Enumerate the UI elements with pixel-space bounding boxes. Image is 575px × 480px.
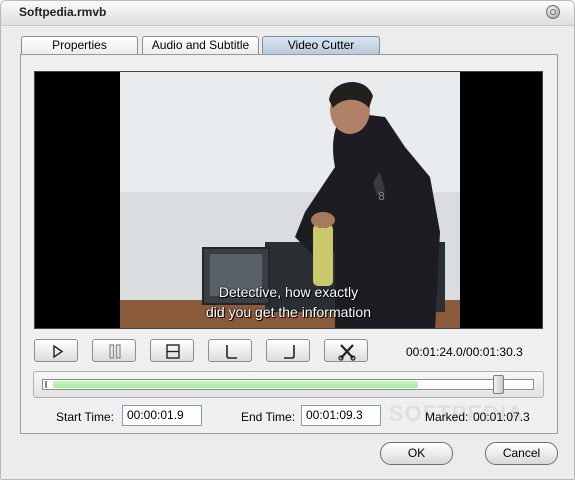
timeline-track[interactable] (42, 379, 534, 390)
title-bar: Softpedia.rmvb (1, 1, 574, 26)
tab-audio-and-subtitle[interactable]: Audio and Subtitle (142, 36, 259, 54)
mark-start-icon (226, 345, 237, 359)
time-readout: 00:01:24.0/00:01:30.3 (406, 345, 523, 359)
subtitle-line-1: Detective, how exactly (218, 284, 359, 300)
start-time-field[interactable]: 00:00:01.9 (122, 405, 202, 426)
pause-button[interactable] (92, 339, 136, 362)
subtitle-line-2: did you get the information (206, 304, 371, 320)
scissors-icon (338, 344, 356, 361)
end-time-label: End Time: (241, 410, 296, 424)
tab-video-cutter[interactable]: Video Cutter (262, 36, 380, 54)
cancel-button[interactable]: Cancel (485, 442, 558, 465)
marked-value: 00:01:07.3 (473, 410, 530, 424)
window-title: Softpedia.rmvb (19, 5, 107, 19)
play-button[interactable] (34, 339, 78, 362)
pause-icon (109, 344, 121, 359)
play-icon (53, 344, 64, 359)
timeline-slider[interactable] (33, 371, 544, 398)
svg-text:8: 8 (378, 190, 385, 203)
mark-end-button[interactable] (266, 339, 310, 362)
close-button[interactable] (546, 5, 560, 19)
marked-label: Marked: (425, 410, 469, 424)
mark-start-button[interactable] (208, 339, 252, 362)
timeline-thumb[interactable] (493, 375, 504, 394)
tab-properties[interactable]: Properties (21, 36, 138, 54)
start-time-label: Start Time: (56, 410, 115, 424)
ok-button[interactable]: OK (380, 442, 453, 465)
cut-button[interactable] (324, 339, 368, 362)
start-marker (45, 381, 47, 388)
end-time-field[interactable]: 00:01:09.3 (301, 405, 381, 426)
dialog-window: Softpedia.rmvb Properties Audio and Subt… (0, 0, 575, 480)
stop-button[interactable] (150, 339, 194, 362)
marked-range-fill (53, 381, 418, 388)
stop-icon (166, 344, 180, 359)
mark-end-icon (284, 345, 295, 359)
video-preview: 8 Detective, how exactly did you get the… (34, 71, 543, 329)
